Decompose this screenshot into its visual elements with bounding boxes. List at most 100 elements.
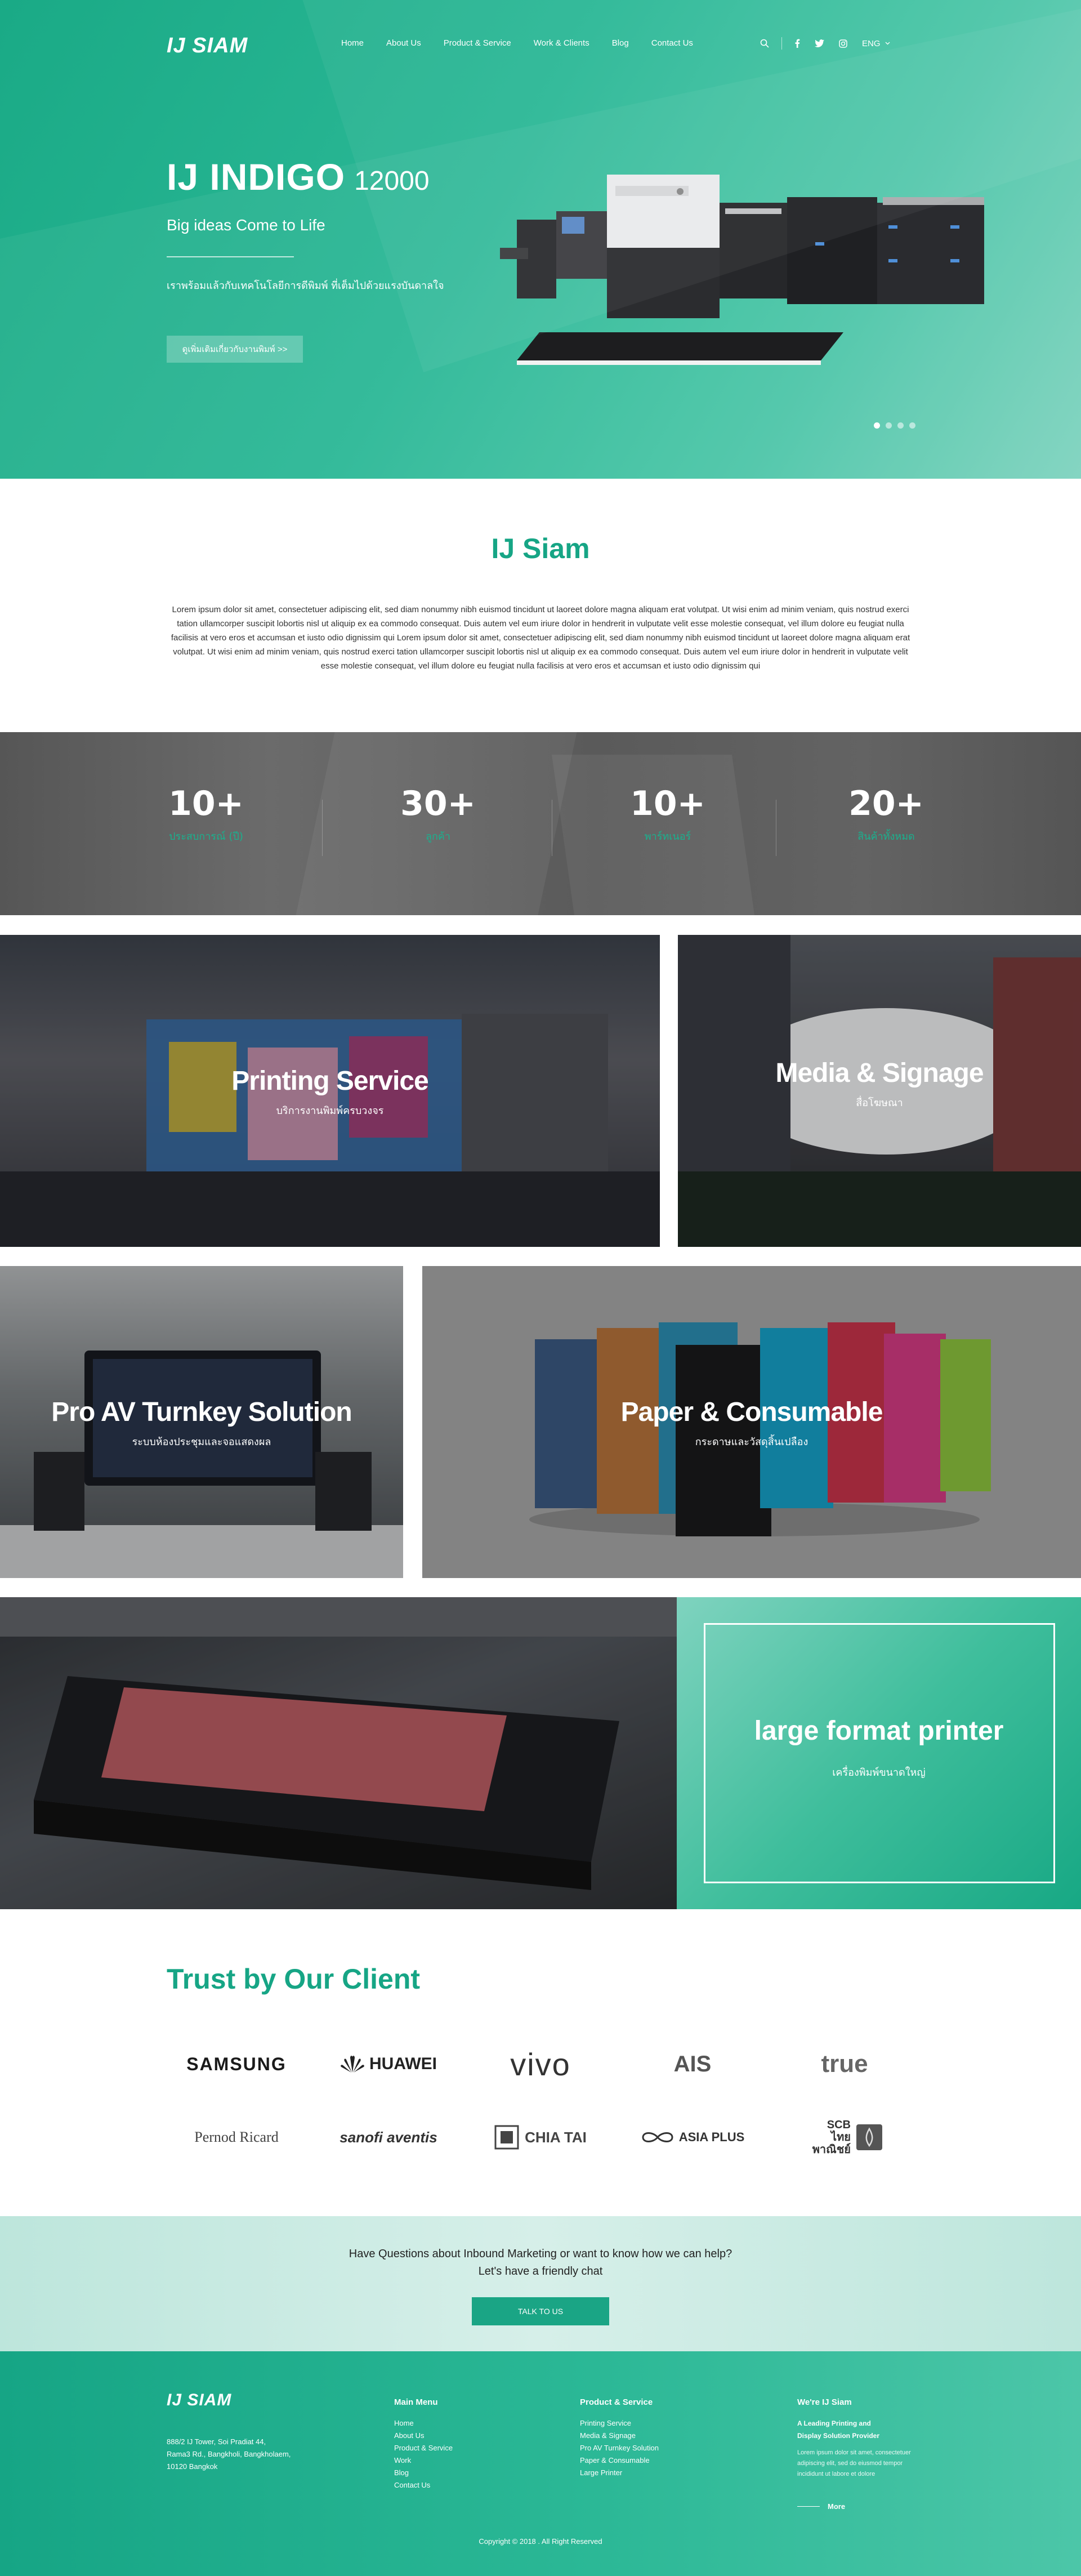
footer-main-menu: Main Menu Home About Us Product & Servic… [394,2397,453,2492]
hero-description: เราพร้อมแล้วกับเทคโนโลยีการดีพิมพ์ ที่เต… [167,280,444,292]
stat-value: 10+ [168,784,244,823]
clients-title: Trust by Our Client [167,1963,421,1995]
client-name: HUAWEI [369,2054,437,2073]
stat-label: พาร์ทเนอร์ [644,831,691,843]
nav-work-clients[interactable]: Work & Clients [534,38,589,48]
client-logo-chiatai: CHIA TAI [473,2115,608,2160]
more-link[interactable]: More [797,2502,845,2511]
footer-link[interactable]: Pro AV Turnkey Solution [580,2442,659,2454]
nav-blog[interactable]: Blog [612,38,629,48]
talk-to-us-button[interactable]: TALK TO US [472,2297,609,2325]
tile-caption: Printing Service บริการงานพิมพ์ครบวงจร [0,1066,660,1118]
footer-tagline: A Leading Printing and [797,2419,871,2427]
slide-dot[interactable] [897,422,904,429]
client-logo-scb: SCB ไทยพาณิชย์ [777,2115,912,2160]
footer-link[interactable]: About Us [394,2430,453,2442]
address-line: 10120 Bangkok [167,2462,218,2471]
service-tile-proav[interactable]: Pro AV Turnkey Solution ระบบห้องประชุมแล… [0,1266,403,1578]
stat-products: 20+ สินค้าทั้งหมด [802,784,971,844]
asiaplus-icon [642,2132,673,2142]
footer-link[interactable]: Work [394,2454,453,2467]
hero-divider [167,256,294,257]
footer-link[interactable]: Large Printer [580,2467,659,2479]
divider [797,2506,820,2507]
tile-caption: Paper & Consumable กระดาษและวัสดุสิ้นเปล… [422,1397,1081,1450]
stat-partners: 10+ พาร์ทเนอร์ [583,784,752,844]
printer-image [500,175,984,365]
client-logo-asiaplus: ASIA PLUS [625,2115,760,2160]
address-line: Rama3 Rd., Bangkholi, Bangkholaem, [167,2450,291,2458]
slide-dot[interactable] [874,422,880,429]
footer-heading: Product & Service [580,2397,653,2407]
tile-caption: Pro AV Turnkey Solution ระบบห้องประชุมแล… [0,1397,403,1450]
footer-link[interactable]: Blog [394,2467,453,2479]
tile-title: Paper & Consumable [620,1397,883,1427]
slide-dot[interactable] [909,422,915,429]
slider-dots [874,422,915,429]
divider [781,37,782,50]
copyright: Copyright © 2018 . All Right Reserved [479,2537,602,2546]
hero-banner: IJ SIAM Home About Us Product & Service … [0,0,1081,479]
slide-dot[interactable] [886,422,892,429]
footer-link[interactable]: Paper & Consumable [580,2454,659,2467]
twitter-icon[interactable] [815,39,824,47]
footer-about: We're IJ Siam A Leading Printing and Dis… [797,2397,921,2480]
nav-product-service[interactable]: Product & Service [444,38,511,48]
search-icon[interactable] [760,39,769,48]
tile-title: Pro AV Turnkey Solution [51,1397,352,1427]
service-tile-large[interactable]: large format printer เครื่องพิมพ์ขนาดใหญ… [677,1597,1081,1909]
footer-products: Product & Service Printing Service Media… [580,2397,659,2479]
footer-address: 888/2 IJ Tower, Soi Pradiat 44, Rama3 Rd… [167,2436,313,2473]
chiatai-icon [494,2125,519,2150]
tile-caption: Media & Signage สื่อโฆษณา [678,1058,1081,1111]
tile-subtitle: เครื่องพิมพ์ขนาดใหญ่ [832,1767,926,1779]
service-tile-printing[interactable]: Printing Service บริการงานพิมพ์ครบวงจร [0,935,660,1247]
stat-clients: 30+ ลูกค้า [354,784,522,844]
site-logo[interactable]: IJ SIAM [167,34,248,58]
stat-label: สินค้าทั้งหมด [857,831,915,843]
footer-link[interactable]: Home [394,2417,453,2430]
tile-subtitle: สื่อโฆษณา [856,1097,903,1109]
cta-section: Have Questions about Inbound Marketing o… [0,2216,1081,2351]
client-name: SCB ไทยพาณิชย์ [812,2119,851,2156]
stat-experience: 10+ ประสบการณ์ (ปี) [122,784,291,844]
client-logo-pernod: Pernod Ricard [194,2129,279,2145]
client-logo-samsung: SAMSUNG [186,2053,287,2074]
footer-heading: We're IJ Siam [797,2397,852,2407]
nav-contact[interactable]: Contact Us [651,38,693,48]
language-label: ENG [862,38,881,48]
client-logo-ais: AIS [673,2051,712,2076]
more-label: More [828,2502,846,2511]
footer-about-text: Lorem ipsum dolor sit amet, consectetuer… [797,2449,911,2477]
tile-subtitle: ระบบห้องประชุมและจอแสดงผล [132,1436,271,1448]
cta-line-1: Have Questions about Inbound Marketing o… [349,2248,732,2260]
facebook-icon[interactable] [794,39,800,48]
client-logo-huawei: HUAWEI [321,2042,456,2087]
client-name: ASIA PLUS [678,2130,745,2144]
tile-subtitle: กระดาษและวัสดุสิ้นเปลือง [695,1436,808,1448]
footer-link[interactable]: Printing Service [580,2417,659,2430]
stat-value: 10+ [630,784,705,823]
tile-title: large format printer [754,1716,1004,1746]
client-name: CHIA TAI [525,2128,587,2146]
service-tile-paper[interactable]: Paper & Consumable กระดาษและวัสดุสิ้นเปล… [422,1266,1081,1578]
stat-label: ลูกค้า [425,831,451,843]
overlay [0,1597,677,1909]
footer-link[interactable]: Media & Signage [580,2430,659,2442]
hero-title-main: IJ INDIGO [167,156,346,198]
about-text: Lorem ipsum dolor sit amet, consectetuer… [171,605,910,671]
footer-link[interactable]: Contact Us [394,2479,453,2492]
instagram-icon[interactable] [839,39,847,48]
language-select[interactable]: ENG [862,39,890,48]
client-logo-vivo: vivo [510,2046,571,2082]
nav-about[interactable]: About Us [386,38,421,48]
service-tile-large-image[interactable] [0,1597,677,1909]
nav-home[interactable]: Home [341,38,364,48]
main-nav: Home About Us Product & Service Work & C… [341,38,716,48]
hero-title: IJ INDIGO 12000 [167,155,430,198]
footer-link[interactable]: Product & Service [394,2442,453,2454]
hero-cta-button[interactable]: ดูเพิ่มเติมเกี่ยวกับงานพิมพ์ >> [167,336,303,363]
service-tile-media[interactable]: Media & Signage สื่อโฆษณา [678,935,1081,1247]
footer-logo[interactable]: IJ SIAM [167,2391,231,2410]
nav-tools: ENG [760,37,890,50]
